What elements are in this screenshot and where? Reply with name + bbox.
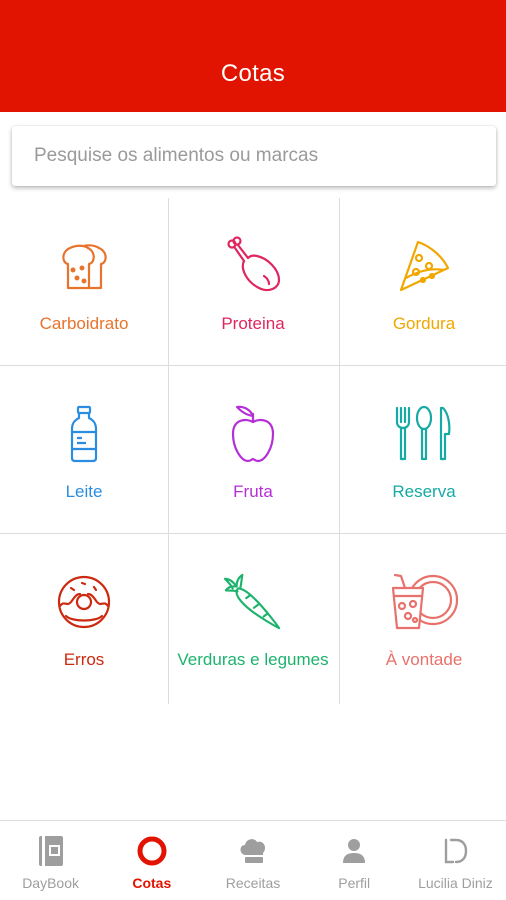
category-label: Proteina <box>221 314 285 333</box>
nav-label: DayBook <box>22 875 79 891</box>
category-leite[interactable]: Leite <box>0 366 168 534</box>
category-carboidrato[interactable]: Carboidrato <box>0 198 168 366</box>
ring-icon <box>136 835 168 867</box>
cutlery-icon <box>389 404 459 464</box>
category-verduras-e-legumes[interactable]: Verduras e legumes <box>169 534 337 702</box>
category-label: Fruta <box>233 482 273 501</box>
nav-item-daybook[interactable]: DayBook <box>0 821 101 900</box>
nav-item-cotas[interactable]: Cotas <box>101 821 202 900</box>
nav-item-perfil[interactable]: Perfil <box>304 821 405 900</box>
category-label: Verduras e legumes <box>177 650 329 669</box>
bread-icon <box>54 236 114 296</box>
category-fruta[interactable]: Fruta <box>169 366 337 534</box>
category-label: Reserva <box>392 482 456 501</box>
search-box[interactable] <box>12 126 496 186</box>
nav-label: Perfil <box>338 875 371 891</box>
person-icon <box>338 835 370 867</box>
milk-bottle-icon <box>54 404 114 464</box>
bottom-navigation: DayBook Cotas Receitas Perfil Lucilia Di… <box>0 820 506 900</box>
category-a-vontade[interactable]: À vontade <box>340 534 506 702</box>
category-grid: Carboidrato Proteina Gordura Leite Fruta… <box>0 198 506 704</box>
nav-label: Lucilia Diniz <box>418 875 493 891</box>
category-label: Gordura <box>392 314 456 333</box>
chef-hat-icon <box>237 835 269 867</box>
nav-item-receitas[interactable]: Receitas <box>202 821 303 900</box>
search-input[interactable] <box>34 145 496 167</box>
ld-logo-icon <box>439 835 471 867</box>
nav-item-lucilia-diniz[interactable]: Lucilia Diniz <box>405 821 506 900</box>
category-reserva[interactable]: Reserva <box>340 366 506 534</box>
book-icon <box>35 835 67 867</box>
drink-and-plate-icon <box>388 572 460 632</box>
chicken-leg-icon <box>223 236 283 296</box>
page-title: Cotas <box>220 60 286 87</box>
app-bar: Cotas <box>0 0 506 112</box>
category-proteina[interactable]: Proteina <box>169 198 337 366</box>
pizza-slice-icon <box>394 236 454 296</box>
donut-icon <box>54 572 114 632</box>
category-label: Leite <box>65 482 103 501</box>
carrot-icon <box>223 572 283 632</box>
category-label: À vontade <box>385 650 463 669</box>
nav-label: Cotas <box>132 875 172 891</box>
nav-label: Receitas <box>225 875 281 891</box>
category-gordura[interactable]: Gordura <box>340 198 506 366</box>
apple-icon <box>223 404 283 464</box>
category-label: Erros <box>63 650 105 669</box>
category-label: Carboidrato <box>39 314 129 333</box>
category-erros[interactable]: Erros <box>0 534 168 702</box>
